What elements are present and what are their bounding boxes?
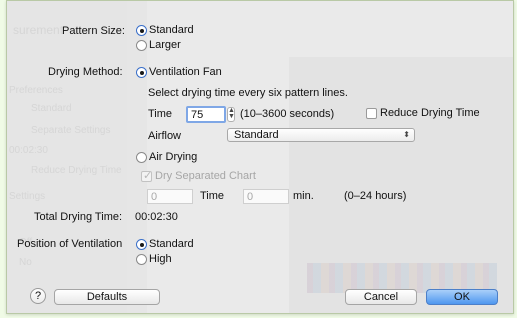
drying-time-stepper[interactable]: ▲ ▼ (227, 107, 235, 122)
position-of-ventilation-label: Position of Ventilation (17, 238, 123, 250)
reduce-drying-time-checkbox[interactable] (366, 108, 377, 119)
ghost-text: Reduce Drying Time (31, 165, 122, 176)
background-window-ghost: surement Preferences Standard Separate S… (7, 1, 147, 313)
ghost-text: Preferences (9, 85, 63, 96)
defaults-button[interactable]: Defaults (54, 289, 160, 305)
dry-separated-chart-label[interactable]: Dry Separated Chart (155, 170, 256, 182)
help-button[interactable]: ? (30, 288, 46, 304)
drying-time-range: (10–3600 seconds) (240, 108, 335, 120)
ghost-text: Separate Settings (31, 125, 111, 136)
pattern-size-larger-radio[interactable] (136, 40, 147, 51)
pattern-size-standard-label[interactable]: Standard (149, 24, 194, 36)
time-label: Time (148, 108, 173, 120)
air-drying-radio[interactable] (136, 152, 147, 163)
total-drying-time-value: 00:02:30 (135, 211, 178, 223)
pattern-size-label: Pattern Size: (62, 25, 125, 37)
ventilation-fan-radio[interactable] (136, 67, 147, 78)
ghost-text: surement (13, 23, 64, 37)
print-settings-sheet: surement Preferences Standard Separate S… (6, 0, 514, 314)
ventilation-standard-label[interactable]: Standard (149, 238, 194, 250)
ventilation-standard-radio[interactable] (136, 239, 147, 250)
ghost-text: Standard (31, 103, 72, 114)
total-drying-time-label: Total Drying Time: (34, 211, 123, 223)
ghost-text: Settings (9, 191, 46, 202)
air-drying-range: (0–24 hours) (344, 190, 407, 202)
drying-description: Select drying time every six pattern lin… (148, 87, 348, 99)
air-drying-min-label: min. (293, 190, 314, 202)
drying-time-input[interactable]: 75 (186, 106, 226, 123)
pattern-size-larger-label[interactable]: Larger (149, 39, 181, 51)
reduce-drying-time-label[interactable]: Reduce Drying Time (380, 107, 480, 119)
dry-separated-chart-checkbox[interactable] (141, 169, 152, 182)
airflow-select-value: Standard (234, 129, 279, 141)
ventilation-high-label[interactable]: High (149, 253, 172, 265)
ghost-text: 00:02:30 (9, 145, 48, 156)
airflow-label: Airflow (148, 130, 182, 142)
drying-method-label: Drying Method: (48, 66, 123, 78)
air-drying-label[interactable]: Air Drying (149, 151, 197, 163)
chevron-updown-icon: ⬍ (403, 130, 410, 139)
pattern-size-standard-radio[interactable] (136, 25, 147, 36)
air-drying-time-label: Time (200, 190, 225, 202)
ventilation-fan-label[interactable]: Ventilation Fan (149, 66, 222, 78)
airflow-select[interactable]: Standard ⬍ (227, 128, 415, 142)
ventilation-high-radio[interactable] (136, 254, 147, 265)
air-drying-min-input[interactable]: 0 (243, 189, 289, 204)
air-drying-hours-input[interactable]: 0 (147, 189, 193, 204)
cancel-button[interactable]: Cancel (345, 289, 417, 305)
ok-button[interactable]: OK (426, 289, 498, 305)
ghost-text: No (19, 257, 32, 268)
